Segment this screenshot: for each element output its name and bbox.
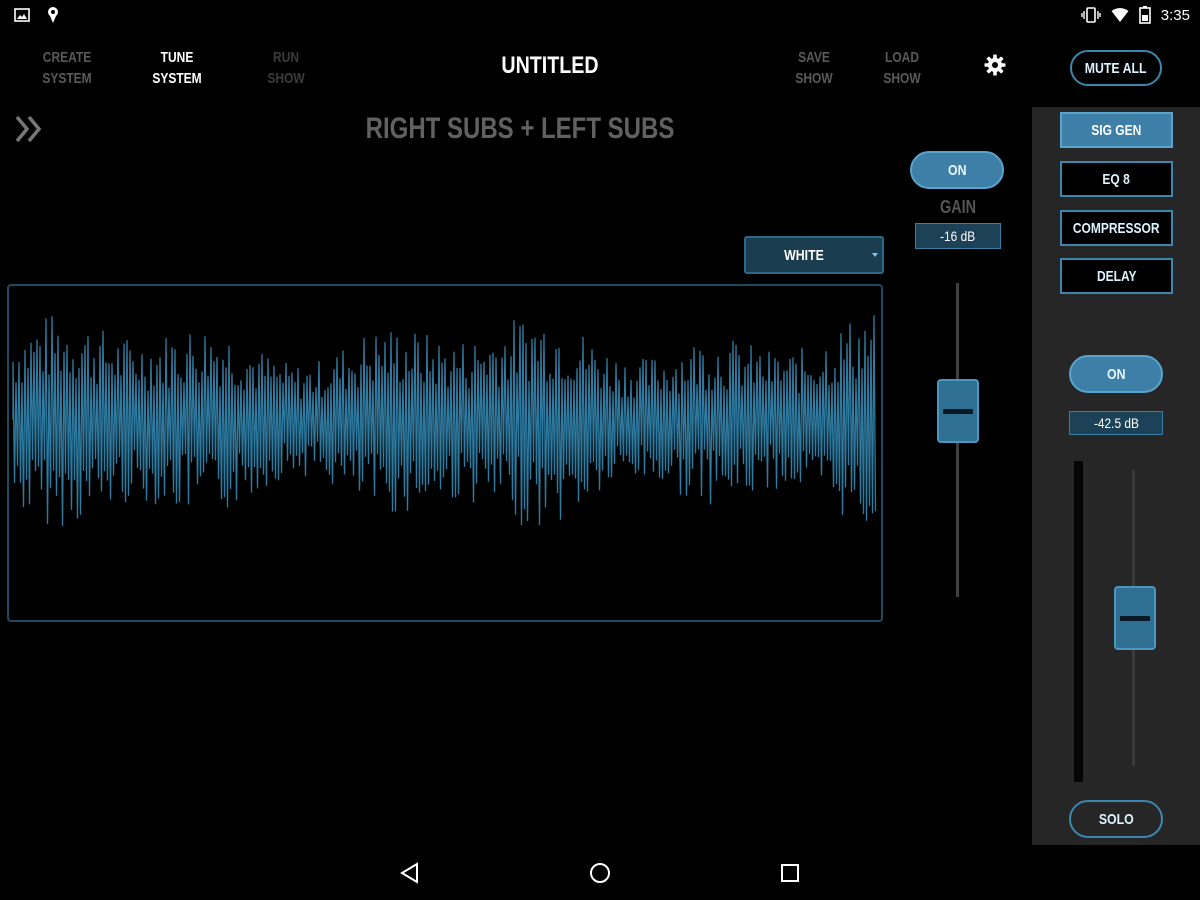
recents-icon[interactable]	[777, 860, 803, 886]
nav-run-show-line2: SHOW	[267, 70, 305, 87]
gain-label: GAIN	[940, 197, 976, 217]
status-bar-right: 3:35	[1081, 6, 1190, 24]
home-icon[interactable]	[587, 860, 613, 886]
mute-all-button[interactable]: MUTE ALL	[1070, 50, 1162, 86]
waveform-trace	[12, 315, 877, 527]
mute-all-label: MUTE ALL	[1085, 59, 1147, 77]
signal-on-label: ON	[947, 161, 967, 179]
nav-tune-system-line1: TUNE	[160, 49, 194, 66]
compressor-button[interactable]: COMPRESSOR	[1060, 210, 1173, 246]
nav-create-system[interactable]: CREATE SYSTEM	[39, 47, 95, 89]
sig-gen-button[interactable]: SIG GEN	[1060, 112, 1173, 148]
location-icon	[48, 7, 58, 23]
nav-save-show-line2: SHOW	[795, 70, 833, 87]
double-chevron-right-icon[interactable]	[14, 114, 46, 144]
eq-8-button[interactable]: EQ 8	[1060, 161, 1173, 197]
nav-tune-system[interactable]: TUNE SYSTEM	[149, 47, 205, 89]
nav-save-show[interactable]: SAVE SHOW	[786, 47, 842, 89]
compressor-label: COMPRESSOR	[1073, 219, 1160, 237]
channel-thumb-grip	[1120, 616, 1150, 621]
gear-icon[interactable]	[983, 53, 1007, 77]
nav-save-show-line1: SAVE	[798, 49, 830, 66]
delay-button[interactable]: DELAY	[1060, 258, 1173, 294]
back-icon[interactable]	[397, 860, 423, 886]
image-icon	[14, 8, 30, 22]
channel-level-value: -42.5 dB	[1093, 415, 1139, 431]
channel-fader-thumb[interactable]	[1114, 586, 1156, 650]
status-bar-left	[14, 6, 60, 24]
waveform-display	[7, 284, 883, 622]
signal-on-toggle[interactable]: ON	[910, 151, 1004, 189]
gain-value-field[interactable]: -16 dB	[915, 223, 1001, 249]
solo-button[interactable]: SOLO	[1069, 800, 1163, 838]
nav-load-show-line2: SHOW	[883, 70, 921, 87]
signal-type-value: WHITE	[784, 247, 824, 264]
eq-8-label: EQ 8	[1102, 170, 1131, 188]
sig-gen-label: SIG GEN	[1091, 121, 1142, 139]
nav-create-system-line1: CREATE	[42, 49, 92, 66]
delay-label: DELAY	[1096, 267, 1137, 285]
channel-level-field[interactable]: -42.5 dB	[1069, 411, 1163, 435]
nav-create-system-line2: SYSTEM	[42, 70, 92, 87]
battery-icon	[1138, 6, 1151, 24]
signal-type-select[interactable]: WHITE	[744, 236, 884, 274]
nav-run-show-line1: RUN	[273, 49, 299, 66]
wifi-icon	[1111, 8, 1129, 22]
dropdown-arrow-icon	[872, 253, 878, 257]
status-time: 3:35	[1160, 6, 1190, 24]
channel-on-toggle[interactable]: ON	[1069, 355, 1163, 393]
vibrate-icon	[1081, 7, 1101, 23]
gain-thumb-grip	[943, 408, 973, 414]
group-title: RIGHT SUBS + LEFT SUBS	[365, 112, 675, 145]
level-meter	[1074, 461, 1083, 782]
channel-on-label: ON	[1106, 365, 1126, 383]
gain-value: -16 dB	[940, 228, 976, 244]
nav-tune-system-line2: SYSTEM	[152, 70, 202, 87]
gain-slider-thumb[interactable]	[937, 378, 979, 443]
nav-run-show[interactable]: RUN SHOW	[258, 47, 314, 89]
nav-load-show[interactable]: LOAD SHOW	[874, 47, 930, 89]
solo-label: SOLO	[1098, 810, 1134, 828]
nav-load-show-line1: LOAD	[885, 49, 919, 66]
waveform-path	[12, 315, 877, 527]
page-title: UNTITLED	[501, 52, 599, 79]
status-bar: 3:35	[0, 0, 1200, 32]
